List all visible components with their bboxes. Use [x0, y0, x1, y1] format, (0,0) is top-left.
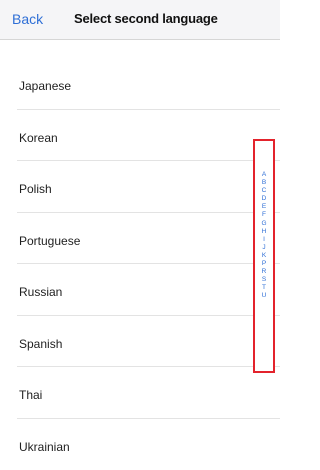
language-list: Japanese Korean Polish Portuguese Russia… — [0, 58, 280, 470]
language-label: Polish — [19, 182, 52, 196]
language-label: Thai — [19, 388, 42, 402]
index-letter[interactable]: G — [261, 220, 266, 228]
list-item[interactable]: Ukrainian — [0, 419, 280, 470]
index-letter[interactable]: F — [262, 211, 266, 219]
back-button[interactable]: Back — [12, 11, 43, 27]
list-item[interactable]: Korean — [0, 110, 280, 162]
index-letter[interactable]: U — [262, 292, 267, 300]
index-letter[interactable]: P — [262, 260, 266, 268]
list-item[interactable]: Spanish — [0, 316, 280, 368]
list-item[interactable]: Russian — [0, 264, 280, 316]
index-letter[interactable]: C — [262, 187, 267, 195]
index-letter[interactable]: B — [262, 179, 266, 187]
list-item[interactable]: Portuguese — [0, 213, 280, 265]
index-letter[interactable]: E — [262, 203, 266, 211]
language-label: Ukrainian — [19, 440, 70, 454]
index-letter[interactable]: R — [262, 268, 267, 276]
list-item[interactable]: Japanese — [0, 58, 280, 110]
index-letter[interactable]: T — [262, 284, 266, 292]
list-item[interactable]: Polish — [0, 161, 280, 213]
index-letter[interactable]: D — [262, 195, 267, 203]
page-title: Select second language — [74, 11, 218, 26]
navigation-bar: Back Select second language — [0, 0, 280, 40]
language-label: Portuguese — [19, 234, 80, 248]
index-letter[interactable]: H — [262, 228, 267, 236]
index-letter[interactable]: J — [262, 244, 265, 252]
language-label: Spanish — [19, 337, 62, 351]
alphabet-index-highlight: A B C D E F G H I J K P R S T U — [253, 139, 275, 373]
index-letter[interactable]: S — [262, 276, 266, 284]
language-label: Japanese — [19, 79, 71, 93]
index-letter[interactable]: A — [262, 171, 266, 179]
alphabet-index: A B C D E F G H I J K P R S T U — [255, 171, 273, 301]
list-item[interactable]: Thai — [0, 367, 280, 419]
language-label: Russian — [19, 285, 62, 299]
index-letter[interactable]: I — [263, 236, 265, 244]
index-letter[interactable]: K — [262, 252, 266, 260]
language-label: Korean — [19, 131, 58, 145]
